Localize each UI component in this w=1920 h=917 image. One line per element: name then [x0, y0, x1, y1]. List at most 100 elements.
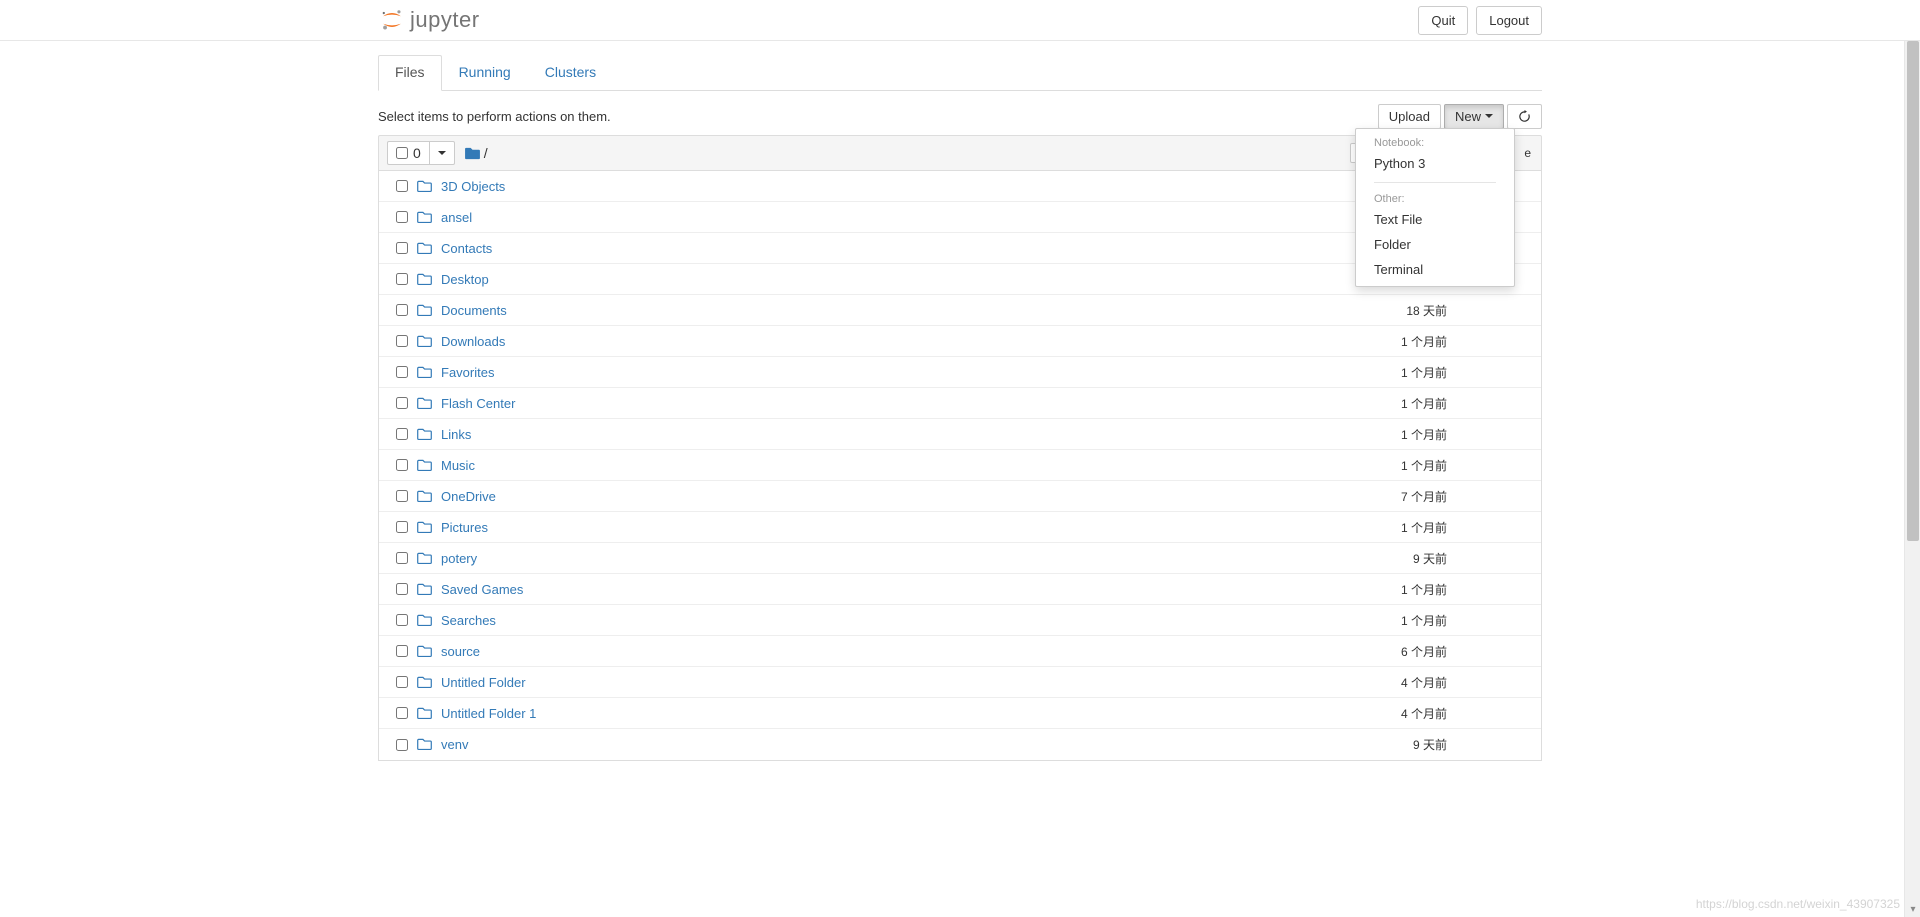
folder-icon — [417, 614, 437, 627]
select-all-group[interactable]: 0 — [387, 141, 455, 165]
file-checkbox[interactable] — [396, 490, 408, 502]
jupyter-brand-text: jupyter — [410, 7, 480, 33]
quit-button[interactable]: Quit — [1418, 6, 1468, 35]
file-modified: 9 天前 — [1273, 736, 1453, 753]
breadcrumb[interactable]: / — [465, 145, 488, 161]
select-count: 0 — [413, 145, 421, 161]
file-modified: 1 个月前 — [1273, 333, 1453, 350]
file-modified: 4 个月前 — [1273, 674, 1453, 691]
select-all-checkbox[interactable] — [396, 147, 408, 159]
file-name-link[interactable]: potery — [441, 551, 477, 566]
file-checkbox[interactable] — [396, 552, 408, 564]
folder-icon — [417, 490, 437, 503]
file-name-link[interactable]: Untitled Folder 1 — [441, 706, 536, 721]
file-row: Favorites 1 个月前 — [379, 357, 1541, 388]
file-name-link[interactable]: Links — [441, 427, 471, 442]
file-checkbox[interactable] — [396, 676, 408, 688]
jupyter-logo[interactable]: jupyter — [378, 7, 480, 33]
file-name-link[interactable]: Downloads — [441, 334, 505, 349]
file-checkbox[interactable] — [396, 242, 408, 254]
file-row: Searches1 个月前 — [379, 605, 1541, 636]
watermark: https://blog.csdn.net/weixin_43907325 — [1696, 897, 1900, 911]
jupyter-icon — [380, 8, 404, 32]
folder-icon — [417, 707, 437, 720]
dropdown-item-folder[interactable]: Folder — [1356, 232, 1514, 257]
folder-icon — [417, 459, 437, 472]
file-checkbox[interactable] — [396, 211, 408, 223]
file-name-link[interactable]: Flash Center — [441, 396, 515, 411]
folder-icon — [417, 273, 437, 286]
file-name-link[interactable]: Desktop — [441, 272, 489, 287]
folder-icon — [417, 366, 437, 379]
file-name-link[interactable]: Contacts — [441, 241, 492, 256]
scrollbar-thumb[interactable] — [1907, 41, 1919, 541]
file-checkbox[interactable] — [396, 273, 408, 285]
scrollbar[interactable]: ▴ ▾ — [1904, 41, 1920, 917]
file-row: Links 1 个月前 — [379, 419, 1541, 450]
logout-button[interactable]: Logout — [1476, 6, 1542, 35]
file-row: Documents 18 天前 — [379, 295, 1541, 326]
folder-icon — [417, 521, 437, 534]
file-name-link[interactable]: 3D Objects — [441, 179, 505, 194]
new-button[interactable]: New — [1444, 104, 1504, 129]
file-name-link[interactable]: Favorites — [441, 365, 494, 380]
folder-icon — [417, 583, 437, 596]
file-row: potery9 天前 — [379, 543, 1541, 574]
file-checkbox[interactable] — [396, 707, 408, 719]
file-name-link[interactable]: Saved Games — [441, 582, 523, 597]
dropdown-item-textfile[interactable]: Text File — [1356, 207, 1514, 232]
file-name-link[interactable]: ansel — [441, 210, 472, 225]
new-button-label: New — [1455, 109, 1481, 124]
breadcrumb-separator: / — [484, 145, 488, 161]
folder-icon — [417, 242, 437, 255]
file-name-link[interactable]: Searches — [441, 613, 496, 628]
file-checkbox[interactable] — [396, 645, 408, 657]
refresh-icon — [1518, 110, 1531, 123]
file-name-link[interactable]: Untitled Folder — [441, 675, 526, 690]
file-row: Flash Center1 个月前 — [379, 388, 1541, 419]
dropdown-item-terminal[interactable]: Terminal — [1356, 257, 1514, 282]
file-modified: 1 个月前 — [1273, 364, 1453, 381]
file-checkbox[interactable] — [396, 335, 408, 347]
file-checkbox[interactable] — [396, 614, 408, 626]
tab-running[interactable]: Running — [442, 55, 528, 91]
file-row: venv 9 天前 — [379, 729, 1541, 760]
file-checkbox[interactable] — [396, 366, 408, 378]
caret-down-icon — [438, 151, 446, 155]
file-checkbox[interactable] — [396, 459, 408, 471]
tab-clusters[interactable]: Clusters — [528, 55, 613, 91]
file-checkbox[interactable] — [396, 180, 408, 192]
file-name-link[interactable]: source — [441, 644, 480, 659]
header: jupyter Quit Logout — [0, 0, 1920, 41]
file-checkbox[interactable] — [396, 521, 408, 533]
folder-icon — [417, 211, 437, 224]
folder-icon — [417, 552, 437, 565]
file-name-link[interactable]: Pictures — [441, 520, 488, 535]
folder-icon — [417, 428, 437, 441]
tab-files[interactable]: Files — [378, 55, 442, 91]
refresh-button[interactable] — [1507, 104, 1542, 129]
file-modified: 1 个月前 — [1273, 426, 1453, 443]
scroll-down-icon[interactable]: ▾ — [1905, 901, 1920, 917]
file-modified: 1 个月前 — [1273, 519, 1453, 536]
file-modified: 6 个月前 — [1273, 643, 1453, 660]
file-name-link[interactable]: OneDrive — [441, 489, 496, 504]
dropdown-item-python3[interactable]: Python 3 — [1356, 151, 1514, 176]
file-name-link[interactable]: venv — [441, 737, 468, 752]
file-checkbox[interactable] — [396, 428, 408, 440]
file-checkbox[interactable] — [396, 739, 408, 751]
upload-button[interactable]: Upload — [1378, 104, 1441, 129]
file-modified: 18 天前 — [1273, 302, 1453, 319]
file-checkbox[interactable] — [396, 397, 408, 409]
file-row: Untitled Folder 14 个月前 — [379, 698, 1541, 729]
file-checkbox[interactable] — [396, 583, 408, 595]
folder-icon — [417, 304, 437, 317]
file-name-link[interactable]: Documents — [441, 303, 507, 318]
file-row: OneDrive7 个月前 — [379, 481, 1541, 512]
file-checkbox[interactable] — [396, 304, 408, 316]
file-row: source 6 个月前 — [379, 636, 1541, 667]
file-name-link[interactable]: Music — [441, 458, 475, 473]
folder-icon — [417, 738, 437, 751]
folder-icon — [417, 676, 437, 689]
select-menu-toggle[interactable] — [430, 142, 454, 164]
